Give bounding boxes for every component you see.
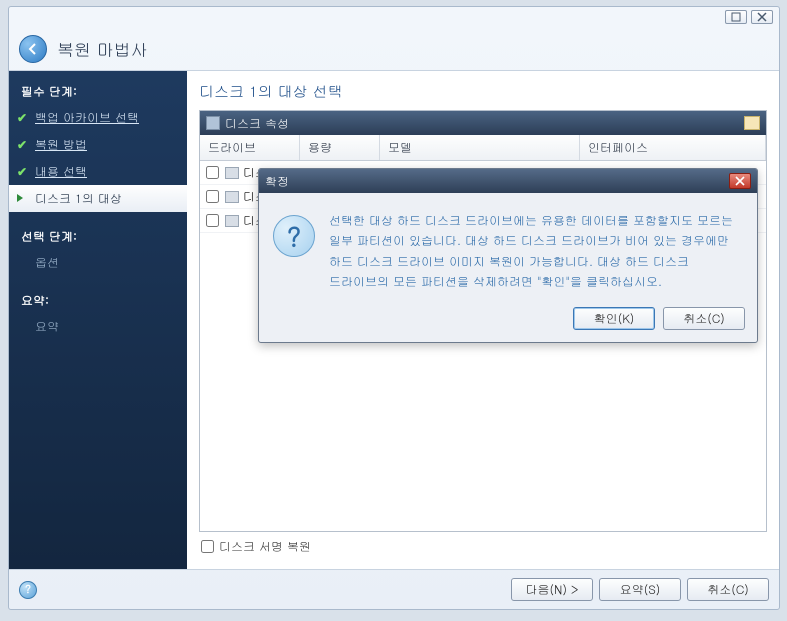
footer: ? 다음(N) > 요약(S) 취소(C) <box>9 569 779 609</box>
sidebar-required-title: 필수 단계: <box>9 77 187 104</box>
col-model[interactable]: 모델 <box>380 135 580 160</box>
row-checkbox[interactable] <box>206 190 219 203</box>
dialog-body: ? 선택한 대상 하드 디스크 드라이브에는 유용한 데이터를 포함할지도 모르… <box>259 193 757 301</box>
check-icon: ✔ <box>17 163 27 180</box>
dialog-cancel-button[interactable]: 취소(C) <box>663 307 745 330</box>
col-interface[interactable]: 인터페이스 <box>580 135 766 160</box>
dialog-ok-button[interactable]: 확인(K) <box>573 307 655 330</box>
disk-signature-checkbox[interactable] <box>201 540 214 553</box>
sidebar-item-disk1-target[interactable]: 디스크 1의 대상 <box>9 185 187 212</box>
check-icon: ✔ <box>17 136 27 153</box>
minimize-button[interactable] <box>725 10 747 24</box>
sidebar-item-label: 요약 <box>35 318 59 335</box>
sidebar-item-label: 내용 선택 <box>35 163 87 180</box>
dialog-footer: 확인(K) 취소(C) <box>259 301 757 342</box>
sidebar-item-method[interactable]: ✔ 복원 방법 <box>9 131 187 158</box>
col-drive[interactable]: 드라이브 <box>200 135 300 160</box>
sidebar-item-content[interactable]: ✔ 내용 선택 <box>9 158 187 185</box>
row-checkbox[interactable] <box>206 166 219 179</box>
titlebar <box>9 7 779 27</box>
col-capacity[interactable]: 용량 <box>300 135 380 160</box>
confirm-dialog: 확정 ? 선택한 대상 하드 디스크 드라이브에는 유용한 데이터를 포함할지도… <box>258 168 758 343</box>
dialog-titlebar: 확정 <box>259 169 757 193</box>
panel-title: 디스크 속성 <box>225 115 289 132</box>
close-button[interactable] <box>751 10 773 24</box>
question-icon: ? <box>273 215 315 257</box>
sidebar-item-summary[interactable]: 요약 <box>9 313 187 340</box>
sidebar-item-label: 디스크 1의 대상 <box>35 190 122 207</box>
panel-action-icon[interactable] <box>744 116 760 130</box>
sidebar-item-archive[interactable]: ✔ 백업 아카이브 선택 <box>9 104 187 131</box>
dialog-message: 선택한 대상 하드 디스크 드라이브에는 유용한 데이터를 포함할지도 모르는 … <box>329 211 743 293</box>
disk-signature-row: 디스크 서명 복원 <box>199 532 767 555</box>
back-button[interactable] <box>19 35 47 63</box>
header: 복원 마법사 <box>9 27 779 71</box>
sidebar-optional-title: 선택 단계: <box>9 222 187 249</box>
sidebar: 필수 단계: ✔ 백업 아카이브 선택 ✔ 복원 방법 ✔ 내용 선택 디스크 … <box>9 71 187 569</box>
summary-button[interactable]: 요약(S) <box>599 578 681 601</box>
panel-header: 디스크 속성 <box>200 111 766 135</box>
dialog-title: 확정 <box>265 173 289 190</box>
check-icon: ✔ <box>17 109 27 126</box>
help-button[interactable]: ? <box>19 581 37 599</box>
cancel-button[interactable]: 취소(C) <box>687 578 769 601</box>
sidebar-item-options[interactable]: 옵션 <box>9 249 187 276</box>
arrow-right-icon <box>15 191 27 208</box>
sidebar-item-label: 복원 방법 <box>35 136 87 153</box>
sidebar-summary-title: 요약: <box>9 286 187 313</box>
disk-signature-label: 디스크 서명 복원 <box>219 538 311 555</box>
disk-icon <box>206 116 220 130</box>
page-title: 디스크 1의 대상 선택 <box>199 81 767 102</box>
drive-icon <box>225 215 239 227</box>
wizard-title: 복원 마법사 <box>57 37 148 61</box>
next-button[interactable]: 다음(N) > <box>511 578 593 601</box>
sidebar-item-label: 백업 아카이브 선택 <box>35 109 139 126</box>
drive-icon <box>225 191 239 203</box>
row-checkbox[interactable] <box>206 214 219 227</box>
drive-icon <box>225 167 239 179</box>
dialog-close-button[interactable] <box>729 173 751 189</box>
table-header: 드라이브 용량 모델 인터페이스 <box>200 135 766 161</box>
sidebar-item-label: 옵션 <box>35 254 59 271</box>
